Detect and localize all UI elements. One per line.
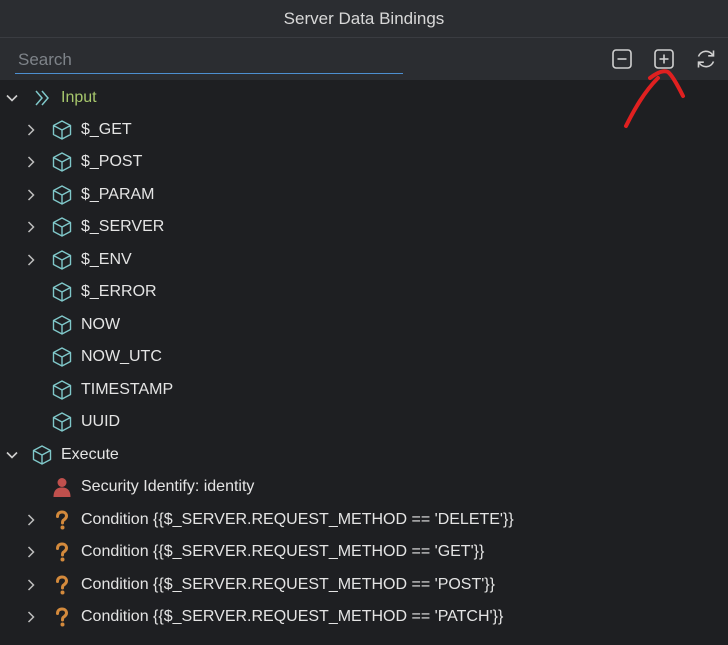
chevron-right-icon[interactable]	[24, 220, 38, 234]
question-icon	[51, 606, 73, 628]
user-icon	[51, 476, 73, 498]
tree-node-label: Security Identify: identity	[81, 478, 255, 495]
tree-node-label: Condition {{$_SERVER.REQUEST_METHOD == '…	[81, 543, 485, 560]
tree-node-label: TIMESTAMP	[81, 381, 174, 398]
tree-node[interactable]: $_GET	[0, 114, 728, 146]
tree-node-label: NOW	[81, 316, 121, 333]
chevron-right-icon[interactable]	[24, 188, 38, 202]
window-title: Server Data Bindings	[283, 8, 445, 28]
tree-node-label: Condition {{$_SERVER.REQUEST_METHOD == '…	[81, 608, 504, 625]
toolbar	[0, 38, 728, 80]
tree-node-label: Input	[61, 89, 97, 106]
tree-node[interactable]: Condition {{$_SERVER.REQUEST_METHOD == '…	[0, 601, 728, 633]
search-input[interactable]	[15, 47, 403, 74]
expand-all-button[interactable]	[652, 47, 676, 71]
tree-node[interactable]: Condition {{$_SERVER.REQUEST_METHOD == '…	[0, 536, 728, 568]
refresh-icon	[697, 50, 715, 68]
cube-icon	[51, 216, 73, 238]
tree-node-label: Condition {{$_SERVER.REQUEST_METHOD == '…	[81, 511, 514, 528]
tree-node-label: $_ERROR	[81, 283, 157, 300]
cube-icon	[51, 249, 73, 271]
tree-node-label: $_POST	[81, 153, 143, 170]
chevron-down-icon[interactable]	[5, 91, 19, 105]
tree-node[interactable]: UUID	[0, 406, 728, 438]
tree-node-label: $_PARAM	[81, 186, 155, 203]
window-titlebar: Server Data Bindings	[0, 0, 728, 38]
cube-icon	[51, 411, 73, 433]
chevron-down-icon[interactable]	[5, 448, 19, 462]
cube-icon	[51, 314, 73, 336]
question-icon	[51, 574, 73, 596]
data-bindings-tree: Input $_GET $_POST $_PARAM $_SERVER $_EN…	[0, 80, 728, 645]
tree-node[interactable]: $_SERVER	[0, 211, 728, 243]
cube-icon	[51, 346, 73, 368]
cube-icon	[51, 379, 73, 401]
tree-node[interactable]: NOW	[0, 309, 728, 341]
tree-node-label: $_ENV	[81, 251, 132, 268]
double-chevron-right-icon	[31, 87, 53, 109]
tree-node-execute[interactable]: Execute	[0, 439, 728, 471]
tree-node[interactable]: $_ERROR	[0, 276, 728, 308]
minus-square-icon	[612, 49, 632, 69]
tree-node[interactable]: $_POST	[0, 146, 728, 178]
tree-node[interactable]: $_PARAM	[0, 179, 728, 211]
cube-icon	[31, 444, 53, 466]
cube-icon	[51, 151, 73, 173]
cube-icon	[51, 119, 73, 141]
tree-node-label: $_GET	[81, 121, 132, 138]
question-icon	[51, 541, 73, 563]
tree-node[interactable]: Condition {{$_SERVER.REQUEST_METHOD == '…	[0, 504, 728, 536]
chevron-right-icon[interactable]	[24, 545, 38, 559]
tree-node-label: NOW_UTC	[81, 348, 162, 365]
tree-node-label: $_SERVER	[81, 218, 165, 235]
chevron-right-icon[interactable]	[24, 513, 38, 527]
chevron-right-icon[interactable]	[24, 253, 38, 267]
tree-node-input[interactable]: Input	[0, 82, 728, 114]
chevron-right-icon[interactable]	[24, 578, 38, 592]
cube-icon	[51, 184, 73, 206]
chevron-right-icon[interactable]	[24, 123, 38, 137]
tree-node[interactable]: TIMESTAMP	[0, 374, 728, 406]
tree-node-label: Execute	[61, 446, 119, 463]
chevron-right-icon[interactable]	[24, 155, 38, 169]
tree-node[interactable]: Security Identify: identity	[0, 471, 728, 503]
tree-node-label: Condition {{$_SERVER.REQUEST_METHOD == '…	[81, 576, 495, 593]
refresh-button[interactable]	[694, 47, 718, 71]
collapse-all-button[interactable]	[610, 47, 634, 71]
cube-icon	[51, 281, 73, 303]
chevron-right-icon[interactable]	[24, 610, 38, 624]
tree-node[interactable]: NOW_UTC	[0, 341, 728, 373]
tree-node-label: UUID	[81, 413, 121, 430]
tree-node[interactable]: Condition {{$_SERVER.REQUEST_METHOD == '…	[0, 569, 728, 601]
tree-node[interactable]: $_ENV	[0, 244, 728, 276]
question-icon	[51, 509, 73, 531]
plus-square-icon	[654, 49, 674, 69]
